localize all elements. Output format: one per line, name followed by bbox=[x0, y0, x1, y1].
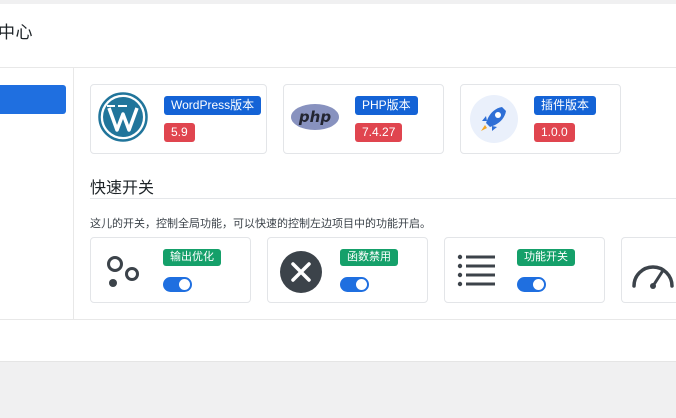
speedometer-icon bbox=[630, 252, 676, 295]
page-header: 中心 bbox=[0, 4, 676, 68]
php-version-value: 7.4.27 bbox=[355, 123, 403, 142]
close-circle-icon bbox=[279, 250, 323, 299]
page-title: 中心 bbox=[0, 23, 33, 42]
switch-label-output-optimize: 输出优化 bbox=[163, 249, 221, 266]
switch-card-output-optimize: 输出优化 bbox=[90, 237, 251, 303]
wordpress-version-card: WordPress版本 5.9 bbox=[90, 84, 267, 154]
quick-switch-description: 这儿的开关，控制全局功能，可以快速的控制左边项目中的功能开启。 bbox=[90, 218, 431, 230]
wordpress-version-label: WordPress版本 bbox=[164, 96, 262, 115]
wordpress-logo-icon bbox=[98, 92, 148, 147]
php-version-card: php PHP版本 7.4.27 bbox=[283, 84, 444, 154]
list-icon bbox=[457, 253, 497, 294]
toggle-knob bbox=[356, 279, 367, 290]
toggle-function-disable[interactable] bbox=[340, 277, 369, 292]
quick-switch-title: 快速开关 bbox=[90, 180, 155, 197]
plugin-version-value: 1.0.0 bbox=[534, 123, 575, 142]
php-logo-icon: php bbox=[290, 101, 340, 138]
toggle-feature-toggle[interactable] bbox=[517, 277, 546, 292]
switch-card-performance bbox=[621, 237, 676, 303]
main-panel: 中心 WordPress版本 5.9 php PHP版本 7.4.27 插件版本… bbox=[0, 4, 676, 362]
rocket-icon bbox=[469, 94, 519, 149]
sidebar bbox=[0, 68, 74, 320]
sidebar-item-active[interactable] bbox=[0, 85, 66, 114]
toggle-output-optimize[interactable] bbox=[163, 277, 192, 292]
plugin-version-label: 插件版本 bbox=[534, 96, 597, 115]
wordpress-version-value: 5.9 bbox=[164, 123, 195, 142]
switch-label-feature-toggle: 功能开关 bbox=[517, 249, 575, 266]
php-version-label: PHP版本 bbox=[355, 96, 418, 115]
switch-label-function-disable: 函数禁用 bbox=[340, 249, 398, 266]
toggle-knob bbox=[179, 279, 190, 290]
toggle-knob bbox=[533, 279, 544, 290]
switch-card-function-disable: 函数禁用 bbox=[267, 237, 428, 303]
svg-text:php: php bbox=[298, 108, 331, 126]
content-bottom-divider bbox=[0, 319, 676, 320]
circles-icon bbox=[102, 253, 142, 294]
switch-card-feature-toggle: 功能开关 bbox=[444, 237, 605, 303]
section-divider bbox=[90, 198, 676, 199]
plugin-version-card: 插件版本 1.0.0 bbox=[460, 84, 621, 154]
